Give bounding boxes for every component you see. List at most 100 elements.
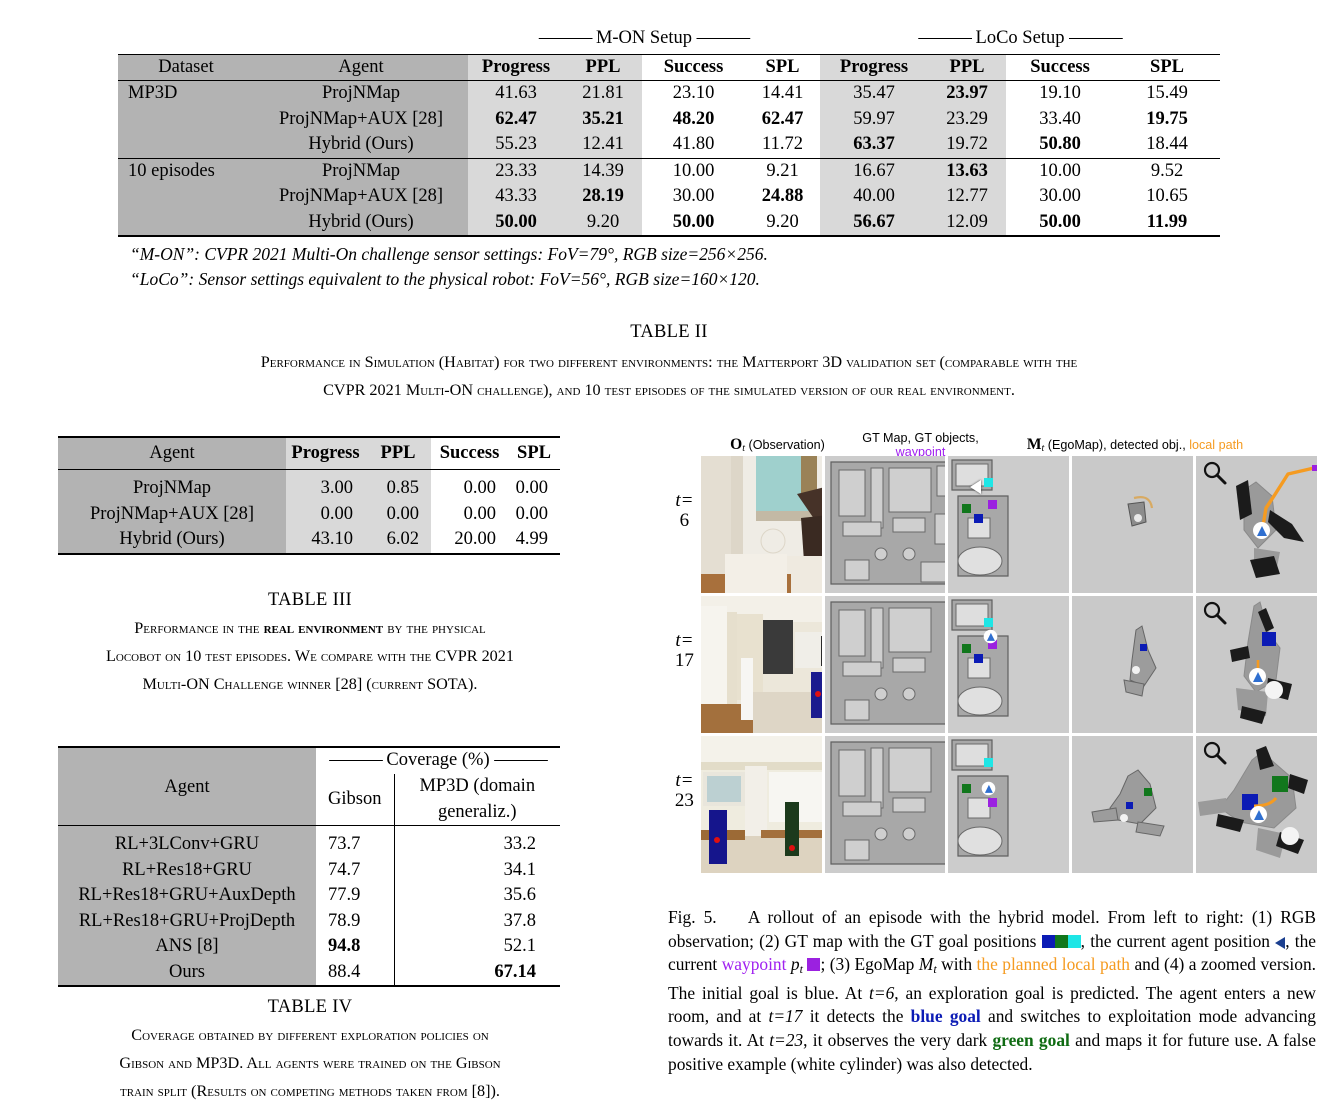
waypoint-marker bbox=[988, 500, 998, 509]
cell-metric: 48.20 bbox=[642, 106, 745, 132]
th-dataset: Dataset bbox=[118, 54, 254, 81]
cell-metric: 0.00 bbox=[508, 501, 560, 527]
obs-symbol: O bbox=[730, 436, 743, 453]
cell-metric: 30.00 bbox=[1006, 184, 1114, 210]
table-iii-caption-title: TABLE III bbox=[268, 590, 352, 610]
fig-header-egomap: Mt (EgoMap), detected obj., local path bbox=[992, 436, 1278, 454]
table-ii-footnote-1: “M-ON”: CVPR 2021 Multi-On challenge sen… bbox=[130, 244, 768, 264]
cell-dataset bbox=[118, 132, 254, 158]
panel-zoomed-t6 bbox=[1196, 456, 1318, 593]
cell-mp3d: 33.2 bbox=[393, 825, 560, 858]
cap-seg-2: , the current agent position bbox=[1080, 930, 1276, 951]
row-label-t6: t= 6 bbox=[675, 490, 694, 531]
cell-agent: RL+Res18+GRU+ProjDepth bbox=[58, 908, 316, 934]
cell-metric: 10.00 bbox=[642, 158, 745, 184]
table-iv-caption-line2: Gibson and MP3D. All agents were trained… bbox=[119, 1054, 501, 1072]
cell-metric: 0.00 bbox=[286, 501, 365, 527]
goal-marker-cyan bbox=[984, 478, 994, 487]
goal-marker-blue bbox=[974, 514, 984, 523]
cell-metric: 59.97 bbox=[820, 106, 928, 132]
cap-seg-5: with bbox=[936, 954, 977, 975]
agent-position-marker bbox=[970, 480, 982, 494]
local-path-label: local path bbox=[1189, 438, 1244, 452]
figure-row-t23: t= 23 bbox=[668, 736, 1320, 873]
cell-metric: 9.21 bbox=[745, 158, 820, 184]
cell-agent: Ours bbox=[58, 959, 316, 986]
cell-gibson: 73.7 bbox=[316, 825, 394, 858]
fig-header-gtmap: GT Map, GT objects, waypoint bbox=[849, 431, 992, 459]
table-iii-caption-line3: Multi-ON Challenge winner [28] (current … bbox=[142, 675, 478, 693]
cell-metric: 0.85 bbox=[365, 469, 431, 502]
th3-success: Success bbox=[431, 437, 508, 470]
cell-agent: ProjNMap bbox=[58, 469, 286, 502]
cell-metric: 41.80 bbox=[642, 132, 745, 158]
cap-t23: t=23 bbox=[769, 1029, 804, 1050]
cap3-l1a: Performance in the bbox=[134, 619, 264, 637]
cap-seg-8: it detects the bbox=[802, 1006, 911, 1027]
cell-metric: 11.99 bbox=[1114, 209, 1220, 236]
th4-agent-cell: Agent bbox=[58, 747, 316, 826]
cell-metric: 35.47 bbox=[820, 80, 928, 107]
cell-metric: 9.52 bbox=[1114, 158, 1220, 184]
table-iii-caption-line2: Locobot on 10 test episodes. We compare … bbox=[106, 647, 514, 665]
cell-agent: ProjNMap+AUX [28] bbox=[58, 501, 286, 527]
th-mon-spl: SPL bbox=[745, 54, 820, 81]
cell-dataset bbox=[118, 209, 254, 236]
table-ii: ——— M-ON Setup ——— ——— LoCo Setup ——— Da… bbox=[118, 24, 1220, 237]
th-agent: Agent bbox=[254, 54, 468, 81]
cell-metric: 21.81 bbox=[564, 80, 642, 107]
cap-local-path: the planned local path bbox=[976, 954, 1130, 975]
panel-gtmap-t23 bbox=[824, 736, 946, 873]
cell-metric: 62.47 bbox=[468, 106, 564, 132]
cell-metric: 23.10 bbox=[642, 80, 745, 107]
obs-label: (Observation) bbox=[745, 438, 825, 452]
cell-metric: 19.75 bbox=[1114, 106, 1220, 132]
cell-metric: 4.99 bbox=[508, 527, 560, 554]
legend-agent-icon bbox=[1275, 936, 1286, 949]
th-mon-success: Success bbox=[642, 54, 745, 81]
cell-agent: ProjNMap bbox=[254, 80, 468, 107]
cell-metric: 10.65 bbox=[1114, 184, 1220, 210]
cell-metric: 6.02 bbox=[365, 527, 431, 554]
table-ii-caption-line2: CVPR 2021 Multi-ON challenge), and 10 te… bbox=[323, 381, 1015, 399]
table-ii-caption-line1: Performance in Simulation (Habitat) for … bbox=[260, 353, 1078, 371]
cell-metric: 24.88 bbox=[745, 184, 820, 210]
panel-egomap-t17 bbox=[1072, 596, 1194, 733]
cell-metric: 14.41 bbox=[745, 80, 820, 107]
goal-marker-green-2 bbox=[962, 644, 972, 653]
cell-agent: ProjNMap+AUX [28] bbox=[254, 106, 468, 132]
magnifier-icon bbox=[1204, 461, 1227, 485]
legend-swatch-green bbox=[1054, 934, 1068, 948]
goal-marker-green-2 bbox=[962, 504, 972, 513]
th-mon-progress: Progress bbox=[468, 54, 564, 81]
panel-egomap-t23 bbox=[1072, 736, 1194, 873]
figure-5-caption: Fig. 5. A rollout of an episode with the… bbox=[668, 906, 1316, 1076]
waypoint-marker bbox=[988, 798, 998, 807]
cell-metric: 0.00 bbox=[431, 501, 508, 527]
cap3-l1b: real environment bbox=[263, 619, 384, 637]
cell-metric: 10.00 bbox=[1006, 158, 1114, 184]
panel-rgb-t17 bbox=[700, 596, 822, 733]
cell-metric: 63.37 bbox=[820, 132, 928, 158]
table-row: RL+Res18+GRU 74.7 34.1 bbox=[58, 857, 560, 883]
table-row: RL+Res18+GRU+AuxDepth 77.9 35.6 bbox=[58, 883, 560, 909]
cell-gibson: 94.8 bbox=[316, 934, 394, 960]
table-row: ProjNMap+AUX [28] 62.47 35.21 48.20 62.47 59.… bbox=[118, 106, 1220, 132]
cell-metric: 40.00 bbox=[820, 184, 928, 210]
cell-dataset bbox=[118, 184, 254, 210]
th4-coverage-group: ——— Coverage (%) ——— bbox=[316, 747, 560, 774]
cap-blue-goal: blue goal bbox=[910, 1006, 981, 1027]
figure-row-t17: t= 17 bbox=[668, 596, 1320, 733]
table-row: 10 episodes ProjNMap 23.33 14.39 10.00 9.21 16… bbox=[118, 158, 1220, 184]
panel-gtmap-t17-right bbox=[948, 596, 1070, 733]
cell-gibson: 88.4 bbox=[316, 959, 394, 986]
table-row: ProjNMap+AUX [28] 0.00 0.00 0.00 0.00 bbox=[58, 501, 560, 527]
cell-dataset: MP3D bbox=[118, 80, 254, 107]
table-row: RL+Res18+GRU+ProjDepth 78.9 37.8 bbox=[58, 908, 560, 934]
cap-t6: t=6 bbox=[869, 982, 895, 1003]
figure-number: Fig. 5. bbox=[668, 907, 717, 927]
goal-marker-green-2 bbox=[962, 784, 972, 793]
cell-metric: 12.09 bbox=[928, 209, 1006, 236]
th4-gibson: Gibson bbox=[316, 774, 394, 826]
cell-metric: 18.44 bbox=[1114, 132, 1220, 158]
